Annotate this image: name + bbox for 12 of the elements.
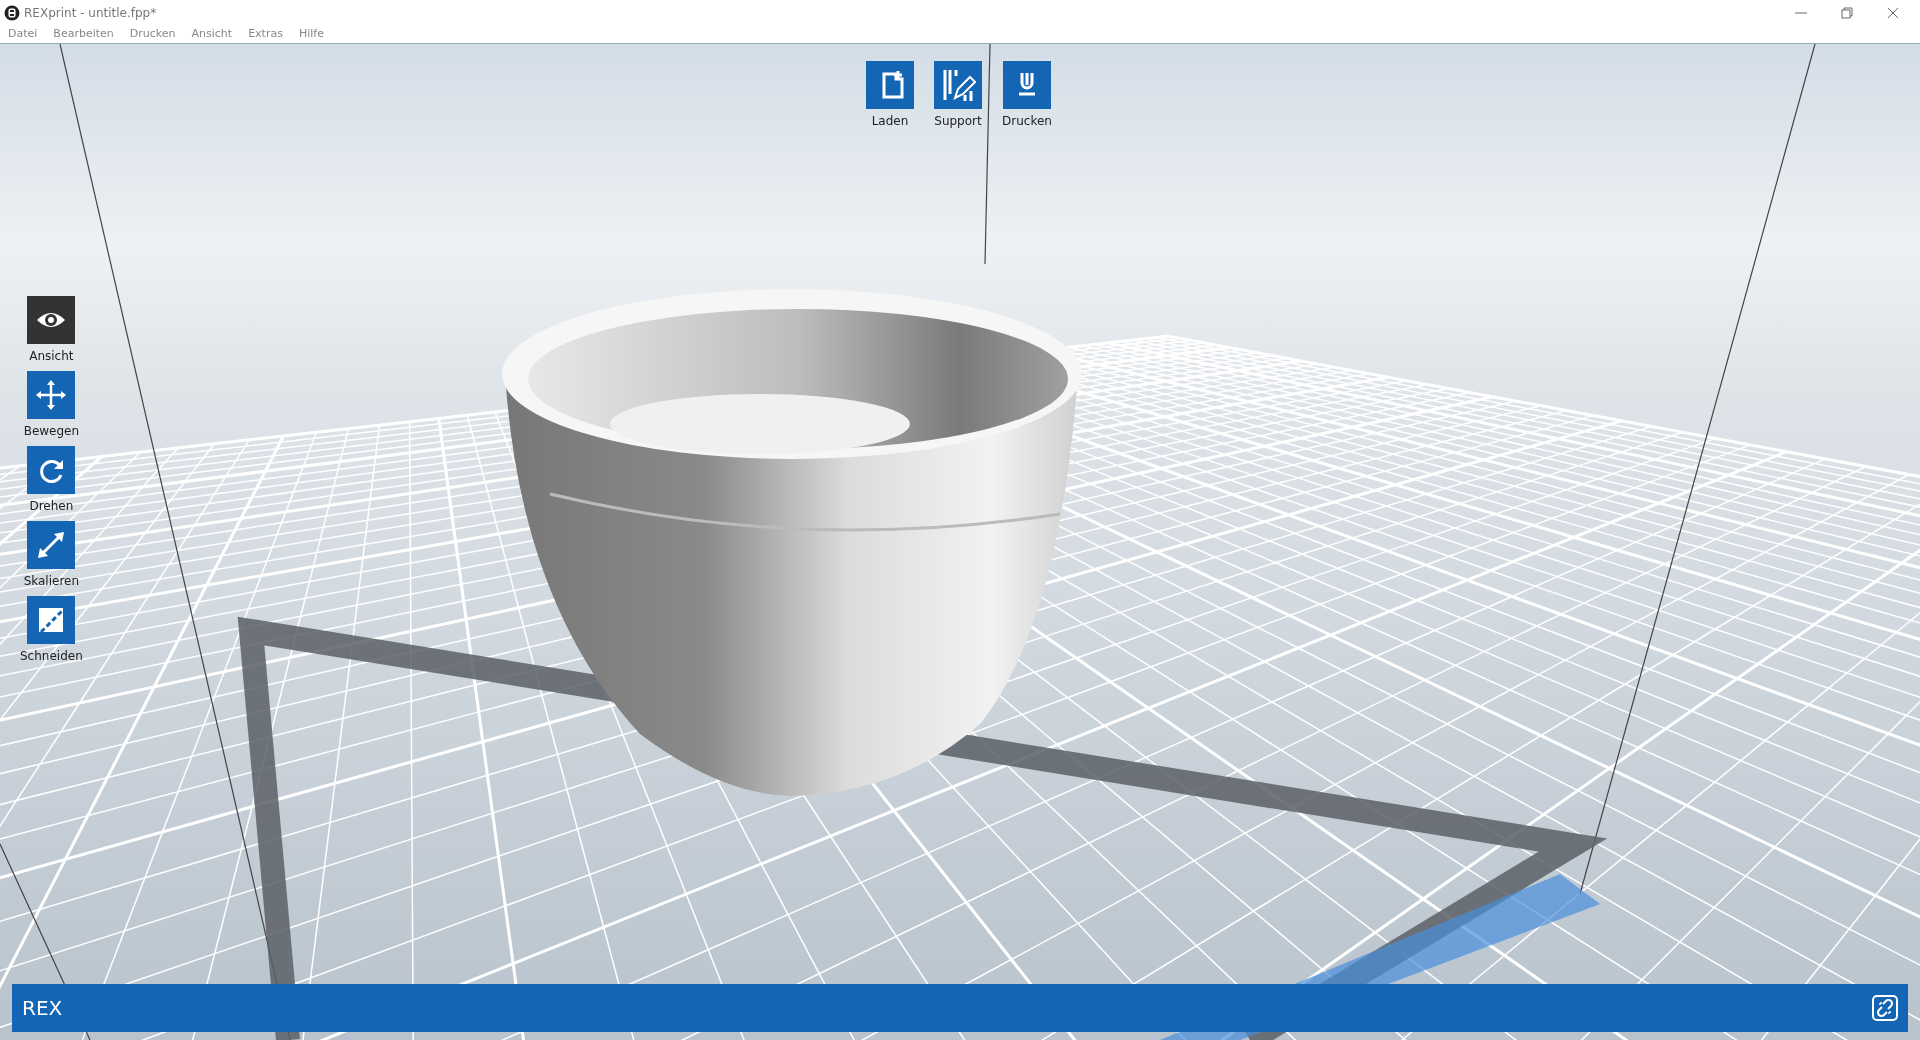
restore-icon[interactable] <box>1840 6 1854 20</box>
close-icon[interactable] <box>1886 6 1900 20</box>
window-title: REXprint - untitle.fpp* <box>24 5 157 22</box>
menu-item[interactable]: Datei <box>8 26 38 43</box>
status-text: REX <box>22 995 63 1022</box>
menu-item[interactable]: Extras <box>248 26 283 43</box>
menu-item[interactable]: Bearbeiten <box>53 26 114 43</box>
menu-item[interactable]: Hilfe <box>298 26 324 43</box>
unlink-icon[interactable] <box>1872 995 1898 1021</box>
menu-item[interactable]: Drucken <box>129 26 176 43</box>
menu-item[interactable]: Ansicht <box>191 26 233 43</box>
app-logo-icon <box>4 5 20 21</box>
